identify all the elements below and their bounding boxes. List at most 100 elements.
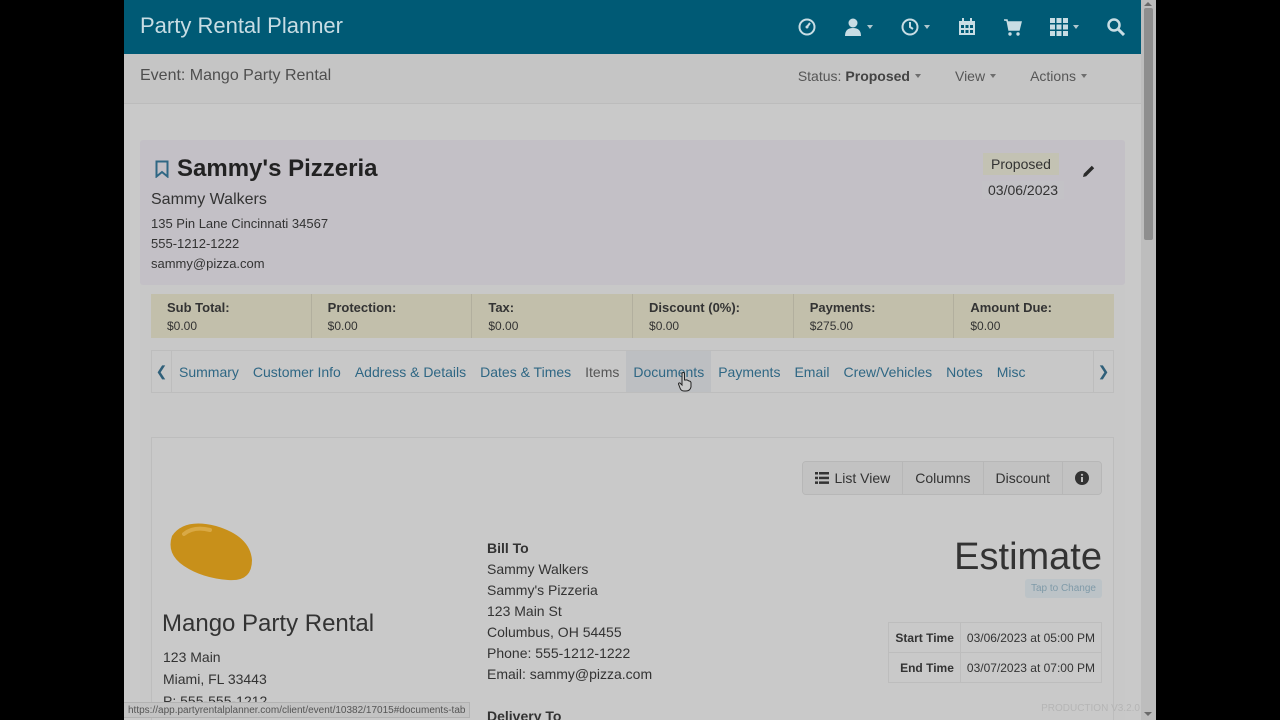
tab-items[interactable]: Items	[578, 351, 626, 393]
tab-dates-times[interactable]: Dates & Times	[473, 351, 578, 393]
event-date: 03/06/2023	[982, 181, 1065, 199]
start-time-label: Start Time	[888, 622, 961, 653]
tap-to-change-button[interactable]: Tap to Change	[1024, 579, 1102, 598]
columns-button[interactable]: Columns	[903, 462, 984, 494]
tab-notes[interactable]: Notes	[939, 351, 990, 393]
status-badge: Proposed	[983, 153, 1059, 175]
user-icon[interactable]	[844, 18, 873, 36]
total-label: Amount Due:	[970, 300, 1052, 315]
search-icon[interactable]	[1107, 18, 1125, 36]
app-title[interactable]: Party Rental Planner	[140, 13, 343, 39]
pencil-icon[interactable]	[1082, 164, 1096, 178]
tab-customer-info[interactable]: Customer Info	[246, 351, 348, 393]
delivery-to-heading: Delivery To	[487, 708, 562, 720]
bill-to-phone: Phone: 555-1212-1222	[487, 645, 631, 661]
bill-to-email: Email: sammy@pizza.com	[487, 666, 653, 682]
status-prefix: Status:	[797, 68, 842, 84]
table-row: End Time 03/07/2023 at 07:00 PM	[888, 652, 1103, 683]
tab-payments[interactable]: Payments	[711, 351, 787, 393]
total-value: $0.00	[488, 319, 519, 333]
totals-bar: Sub Total: $0.00 Protection: $0.00 Tax: …	[151, 294, 1114, 338]
status-dropdown[interactable]: Status: Proposed	[798, 68, 921, 84]
scrollbar-thumb[interactable]	[1144, 8, 1153, 240]
list-icon	[814, 472, 829, 484]
discount-button[interactable]: Discount	[983, 462, 1063, 494]
bill-to-name: Sammy Walkers	[487, 561, 589, 577]
tabs-divider	[151, 392, 1114, 393]
total-discount: Discount (0%): $0.00	[633, 294, 794, 338]
total-value: $0.00	[327, 319, 358, 333]
end-time-value: 03/07/2023 at 07:00 PM	[959, 652, 1103, 683]
calendar-icon[interactable]	[958, 18, 976, 36]
tabs-scroll-right[interactable]: ❯	[1093, 350, 1113, 393]
tab-documents[interactable]: Documents	[626, 350, 712, 393]
scroll-up-icon[interactable]	[1144, 2, 1152, 6]
chevron-down-icon	[1073, 25, 1079, 29]
tab-crew-vehicles[interactable]: Crew/Vehicles	[836, 351, 939, 393]
event-actions: Status: Proposed View Actions	[764, 68, 1087, 84]
customer-business: Sammy's Pizzeria	[155, 155, 377, 183]
total-label: Sub Total:	[167, 300, 230, 315]
company-city: Miami, FL 33443	[163, 671, 267, 687]
chevron-right-icon: ❯	[1097, 363, 1110, 379]
tabs-scroll-left[interactable]: ❮	[152, 350, 172, 393]
chevron-down-icon	[990, 74, 997, 78]
total-subtotal: Sub Total: $0.00	[151, 294, 312, 338]
apps-grid-icon[interactable]	[1050, 18, 1079, 36]
actions-dropdown[interactable]: Actions	[1030, 68, 1087, 84]
customer-business-name: Sammy's Pizzeria	[177, 155, 378, 182]
cart-icon[interactable]	[1004, 18, 1022, 36]
scroll-down-icon[interactable]	[1144, 712, 1152, 716]
chevron-down-icon	[1081, 74, 1087, 78]
document-toolbar: List View Columns Discount	[801, 461, 1102, 495]
customer-header-card: Sammy's Pizzeria Sammy Walkers 135 Pin L…	[140, 140, 1125, 285]
bill-to-city: Columbus, OH 54455	[487, 624, 622, 640]
tab-email[interactable]: Email	[787, 351, 836, 393]
total-protection: Protection: $0.00	[312, 294, 473, 338]
table-row: Start Time 03/06/2023 at 05:00 PM	[888, 622, 1103, 653]
view-label: View	[954, 68, 986, 84]
customer-phone: 555-1212-1222	[151, 236, 240, 251]
chevron-down-icon	[867, 25, 873, 29]
event-content: Sammy's Pizzeria Sammy Walkers 135 Pin L…	[140, 140, 1125, 720]
company-name: Mango Party Rental	[162, 610, 375, 637]
tab-summary[interactable]: Summary	[172, 351, 246, 393]
event-times-table: Start Time 03/06/2023 at 05:00 PM End Ti…	[888, 622, 1103, 683]
view-dropdown[interactable]: View	[954, 68, 997, 84]
total-amount-due: Amount Due: $0.00	[954, 294, 1114, 338]
total-label: Payments:	[809, 300, 876, 315]
bookmark-icon[interactable]	[155, 160, 169, 178]
bill-to-heading: Bill To	[487, 540, 529, 556]
total-value: $0.00	[167, 319, 198, 333]
hand-pointer-icon	[678, 372, 692, 392]
event-tabs: ❮ Summary Customer Info Address & Detail…	[151, 350, 1114, 393]
chevron-down-icon	[914, 74, 921, 78]
chevron-down-icon	[924, 25, 930, 29]
event-subbar: Event: Mango Party Rental Status: Propos…	[124, 54, 1141, 104]
actions-label: Actions	[1030, 68, 1076, 84]
event-title: Event: Mango Party Rental	[140, 67, 332, 84]
bill-to-business: Sammy's Pizzeria	[487, 582, 598, 598]
total-value: $0.00	[970, 319, 1001, 333]
tab-misc[interactable]: Misc	[990, 351, 1033, 393]
tab-address-details[interactable]: Address & Details	[348, 351, 473, 393]
vertical-scrollbar[interactable]	[1141, 0, 1156, 720]
total-value: $275.00	[809, 319, 854, 333]
mango-logo	[170, 523, 252, 581]
nav-icon-bar	[770, 0, 1125, 54]
end-time-label: End Time	[888, 652, 961, 683]
document-panel: List View Columns Discount Mango Party R…	[151, 437, 1114, 720]
dashboard-icon[interactable]	[798, 18, 816, 36]
customer-name: Sammy Walkers	[151, 191, 267, 208]
list-view-button[interactable]: List View	[802, 462, 904, 494]
status-bar-url: https://app.partyrentalplanner.com/clien…	[124, 702, 471, 718]
customer-email: sammy@pizza.com	[151, 256, 265, 271]
customer-address: 135 Pin Lane Cincinnati 34567	[151, 216, 329, 231]
start-time-value: 03/06/2023 at 05:00 PM	[959, 622, 1103, 653]
browser-viewport: Party Rental Planner Event: Mango Party …	[124, 0, 1156, 720]
total-label: Discount (0%):	[649, 300, 741, 315]
info-button[interactable]	[1063, 462, 1101, 494]
clock-icon[interactable]	[901, 18, 930, 36]
total-payments: Payments: $275.00	[794, 294, 955, 338]
total-label: Tax:	[488, 300, 515, 315]
